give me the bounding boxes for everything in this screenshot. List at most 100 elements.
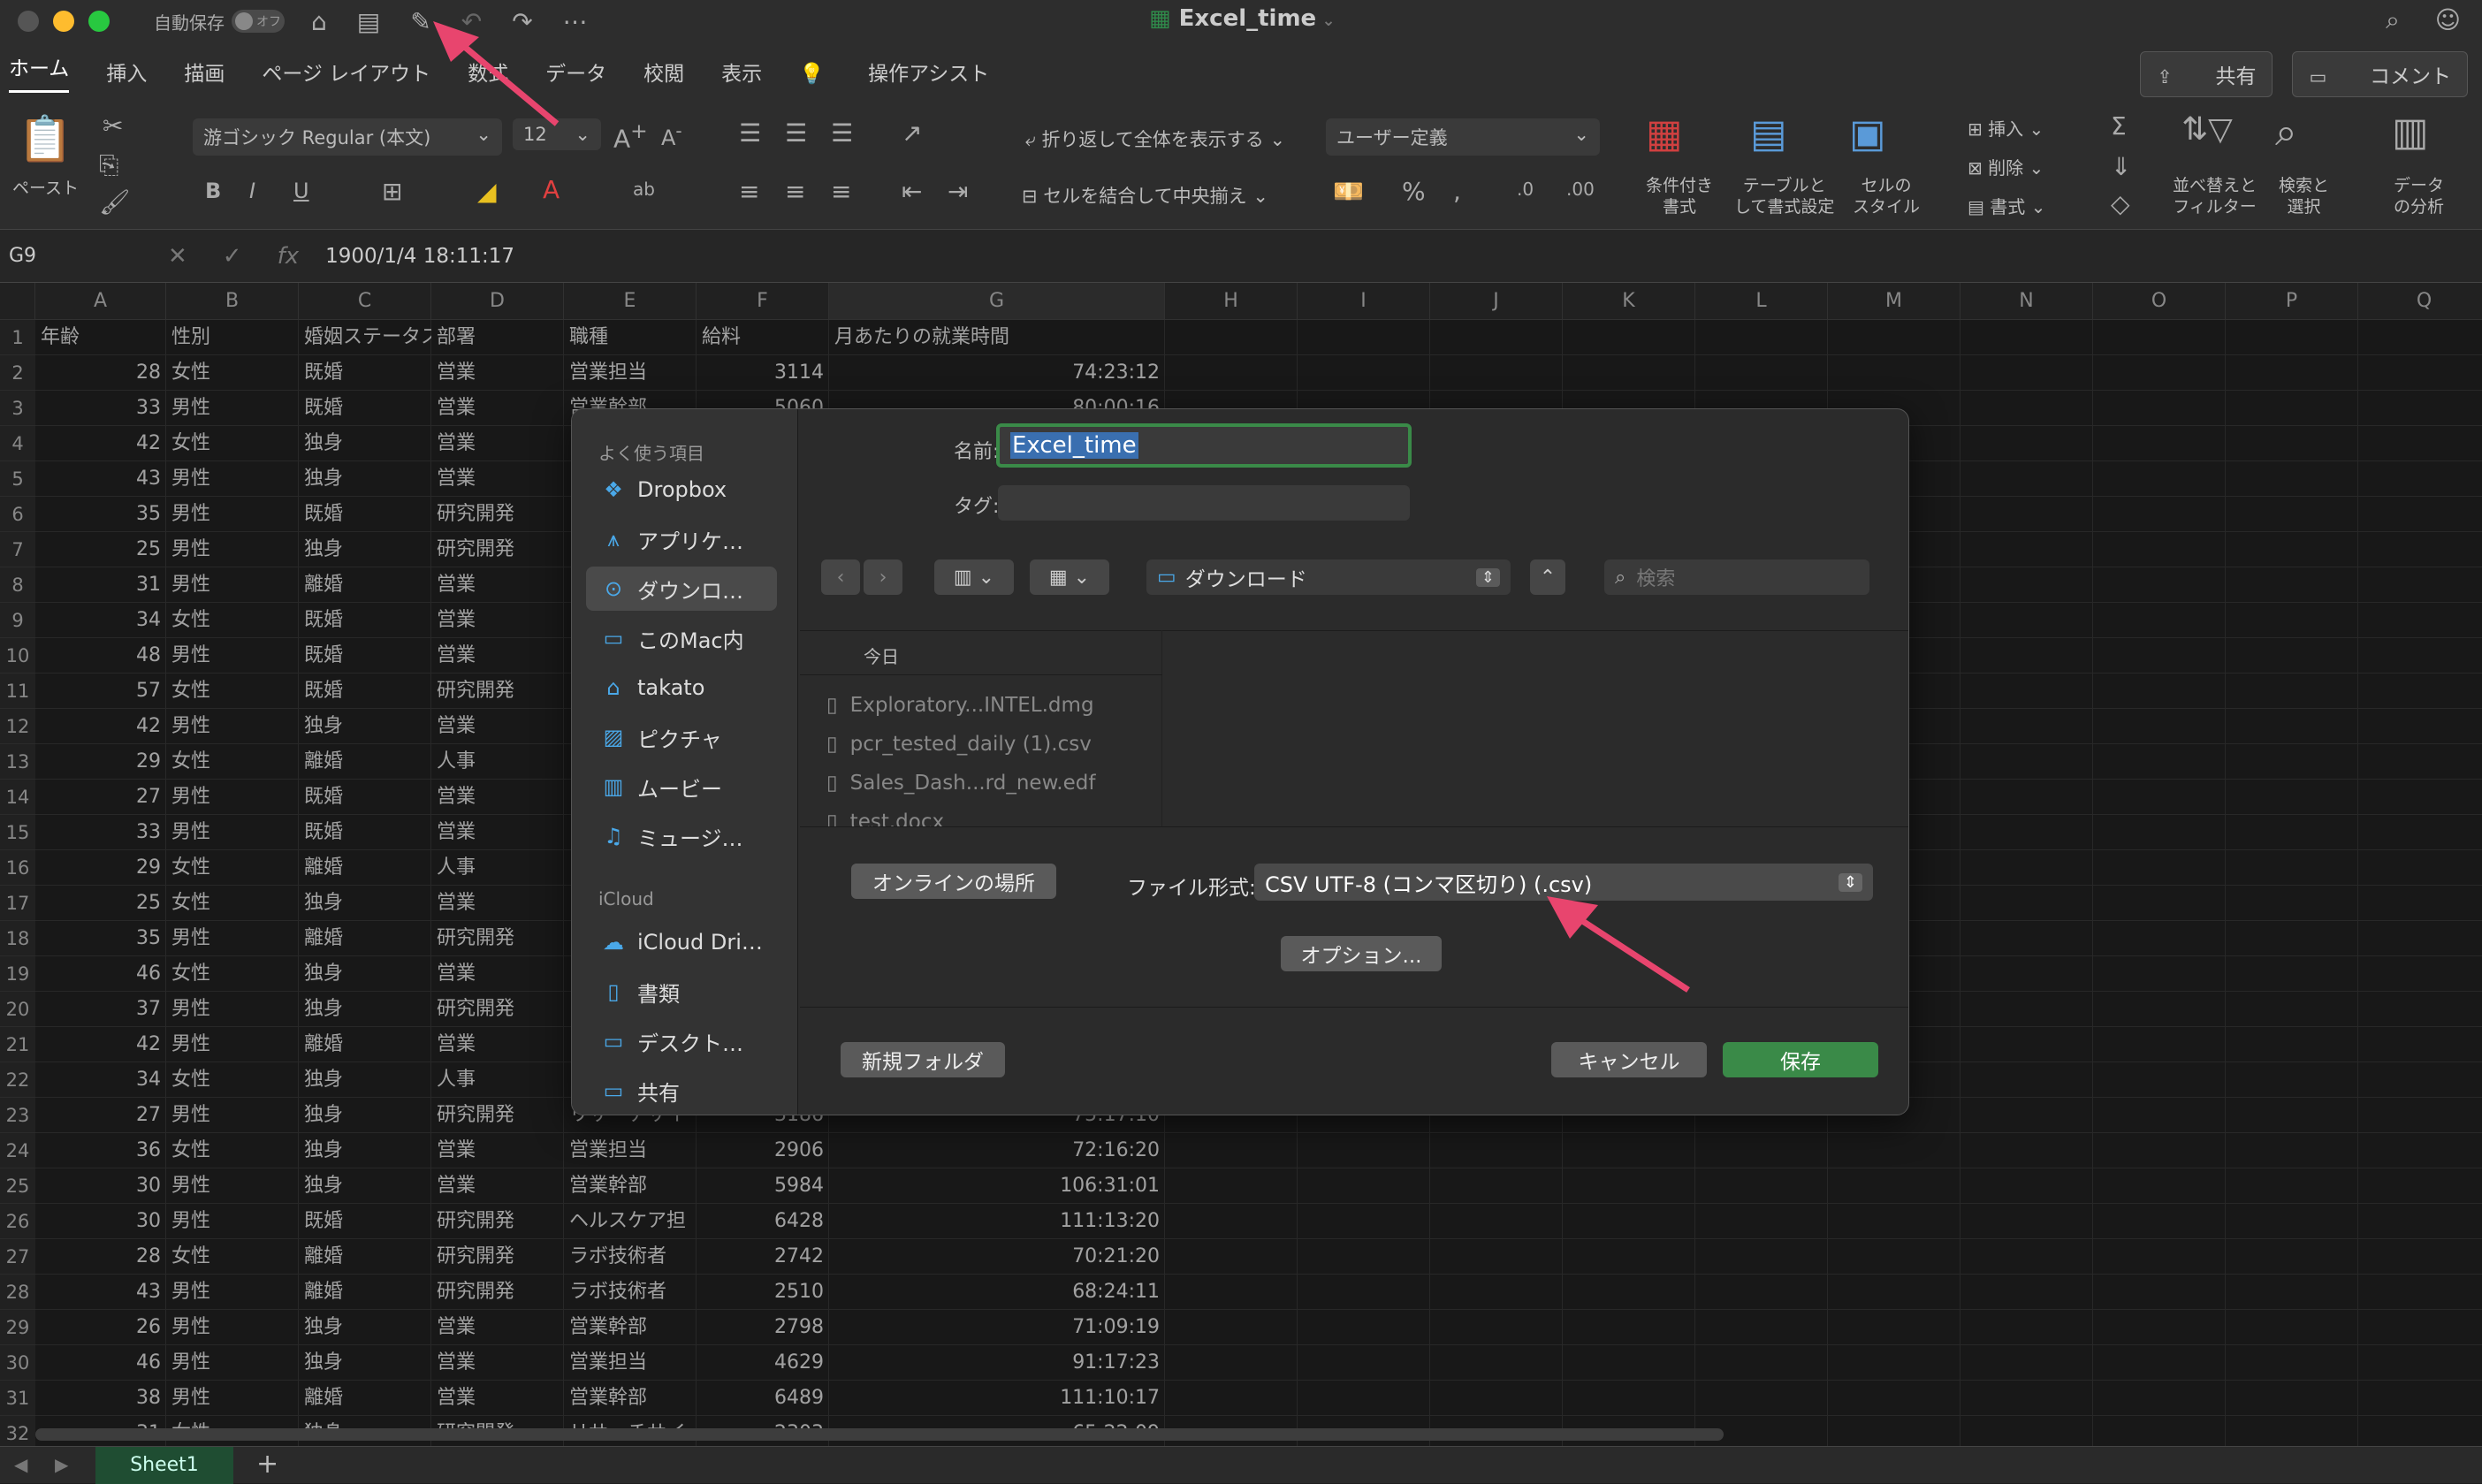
clear-icon[interactable]: ◇ [2111,189,2130,218]
autosave-toggle[interactable]: オフ [232,10,285,33]
minimize-window-button[interactable] [53,11,74,32]
account-icon[interactable]: ☺ [2435,5,2461,35]
increase-decimal-icon[interactable]: .0 [1517,179,1534,200]
location-select[interactable]: ▭ ダウンロード ⇕ [1146,559,1511,595]
tag-input[interactable] [998,485,1410,521]
save-as-icon[interactable]: ✎ [410,7,430,36]
comment-button[interactable]: ▭ コメント [2292,51,2468,97]
phonetic-icon[interactable]: ab [633,179,655,200]
fill-icon[interactable]: ⇓ [2111,152,2131,181]
sidebar-item-shared[interactable]: ▭ 共有 [586,1069,777,1113]
close-window-button[interactable] [18,11,39,32]
currency-icon[interactable]: 💴 [1333,177,1364,206]
format-painter-icon[interactable]: 🖌 [99,187,131,217]
sidebar-item-desktop[interactable]: ▭ デスクト… [586,1019,777,1063]
search-field[interactable]: ⌕ 検索 [1604,559,1869,595]
copy-icon[interactable]: ⎘ [99,150,118,180]
tab-data[interactable]: データ [545,57,606,87]
home-icon[interactable]: ⌂ [311,7,327,36]
sidebar-item-icloud-drive[interactable]: ☁ iCloud Dri… [586,920,777,964]
wrap-text-button[interactable]: ⤶ 折り返して全体を表示する ⌄ [1025,126,1285,152]
analyze-data-icon[interactable]: ▥ [2392,110,2429,155]
percent-icon[interactable]: % [1402,177,1426,206]
cut-icon[interactable]: ✂ [103,111,123,141]
tab-draw[interactable]: 描画 [184,57,225,87]
sidebar-item-dropbox[interactable]: ❖ Dropbox [586,468,777,512]
increase-font-icon[interactable]: A+ [613,118,648,153]
align-middle-icon[interactable]: ☰ [785,118,807,148]
fill-color-icon[interactable]: ◢ [477,177,497,206]
cell-style-icon[interactable]: ▣ [1849,111,1886,156]
tab-formulas[interactable]: 数式 [468,57,508,87]
comma-icon[interactable]: , [1453,177,1461,206]
cancel-button[interactable]: キャンセル [1551,1042,1707,1077]
file-item[interactable]: ▯ test.docx [826,810,944,826]
decrease-font-icon[interactable]: A- [661,120,682,150]
save-icon[interactable]: ▤ [357,7,380,36]
table-format-icon[interactable]: ▤ [1750,111,1787,156]
align-top-icon[interactable]: ☰ [739,118,761,148]
confirm-edit-icon[interactable]: ✓ [223,243,242,270]
tab-insert[interactable]: 挿入 [106,57,147,87]
decrease-decimal-icon[interactable]: .00 [1566,179,1595,200]
prev-sheet-icon[interactable]: ◀ [14,1454,27,1475]
font-color-icon[interactable]: A [543,175,560,204]
align-bottom-icon[interactable]: ☰ [831,118,853,148]
bold-icon[interactable]: B [205,179,221,203]
tab-review[interactable]: 校閲 [643,57,684,87]
column-view-button[interactable]: ▥ ⌄ [934,559,1014,595]
sidebar-item-movies[interactable]: ▥ ムービー [586,765,777,809]
function-icon[interactable]: fx [278,243,300,270]
name-box[interactable]: G9 [0,245,133,267]
expand-collapse-button[interactable]: ⌃ [1530,559,1565,595]
paste-icon[interactable]: 📋 [18,113,72,165]
filename-input[interactable]: Excel_time [996,423,1412,468]
border-icon[interactable]: ⊞ [382,177,402,206]
next-sheet-icon[interactable]: ▶ [55,1454,68,1475]
tab-page-layout[interactable]: ページ レイアウト [262,57,430,87]
undo-icon[interactable]: ↶ [461,7,482,36]
decrease-indent-icon[interactable]: ⇤ [902,177,922,206]
sidebar-item-pictures[interactable]: ▨ ピクチャ [586,715,777,759]
new-folder-button[interactable]: 新規フォルダ [841,1042,1005,1077]
more-icon[interactable]: ⋯ [563,7,588,36]
options-button[interactable]: オプション... [1281,936,1442,971]
sort-filter-icon[interactable]: ⇅▽ [2181,111,2233,148]
merge-center-button[interactable]: ⊟ セルを結合して中央揃え ⌄ [1022,182,1268,209]
tab-view[interactable]: 表示 [721,57,762,87]
tell-me[interactable]: 💡 操作アシスト [799,57,989,87]
delete-cells-button[interactable]: ⊠ 削除 ⌄ [1968,154,2044,179]
format-cells-button[interactable]: ▤ 書式 ⌄ [1968,193,2045,218]
sidebar-item-home[interactable]: ⌂ takato [586,666,777,710]
group-view-button[interactable]: ▦ ⌄ [1030,559,1109,595]
insert-cells-button[interactable]: ⊞ 挿入 ⌄ [1968,115,2044,141]
cancel-edit-icon[interactable]: ✕ [168,243,187,270]
find-select-icon[interactable]: ⌕ [2275,110,2297,155]
sidebar-item-this-mac[interactable]: ▭ このMac内 [586,616,777,660]
italic-icon[interactable]: I [249,179,255,203]
sidebar-item-documents[interactable]: ▯ 書類 [586,970,777,1014]
sidebar-item-applications[interactable]: ⩚ アプリケ… [586,517,777,561]
autosum-icon[interactable]: Σ [2111,111,2127,141]
orientation-icon[interactable]: ↗ [902,118,922,148]
sheet-tab[interactable]: Sheet1 [95,1447,233,1484]
file-browser[interactable]: 今日 ▯ Exploratory...INTEL.dmg ▯ pcr_tested_… [800,630,1162,826]
font-name-select[interactable]: 游ゴシック Regular (本文) ⌄ [193,118,502,156]
file-format-select[interactable]: CSV UTF-8 (コンマ区切り) (.csv) ⇕ [1254,864,1873,901]
number-format-select[interactable]: ユーザー定義 ⌄ [1326,118,1600,156]
formula-input[interactable]: 1900/1/4 18:11:17 [325,245,514,268]
back-button[interactable]: ‹ [821,559,860,595]
save-button[interactable]: 保存 [1723,1042,1878,1077]
align-right-icon[interactable]: ≡ [831,177,851,206]
file-item[interactable]: ▯ pcr_tested_daily (1).csv [826,733,1092,756]
share-button[interactable]: ⇪ 共有 [2140,51,2273,97]
online-locations-button[interactable]: オンラインの場所 [851,864,1056,899]
file-item[interactable]: ▯ Sales_Dash...rd_new.edf [826,772,1095,795]
forward-button[interactable]: › [864,559,902,595]
font-size-select[interactable]: 12 ⌄ [513,118,601,150]
align-left-icon[interactable]: ≡ [739,177,759,206]
zoom-window-button[interactable] [88,11,110,32]
file-item[interactable]: ▯ Exploratory...INTEL.dmg [826,694,1094,717]
align-center-icon[interactable]: ≡ [785,177,805,206]
add-sheet-icon[interactable]: + [256,1449,278,1480]
